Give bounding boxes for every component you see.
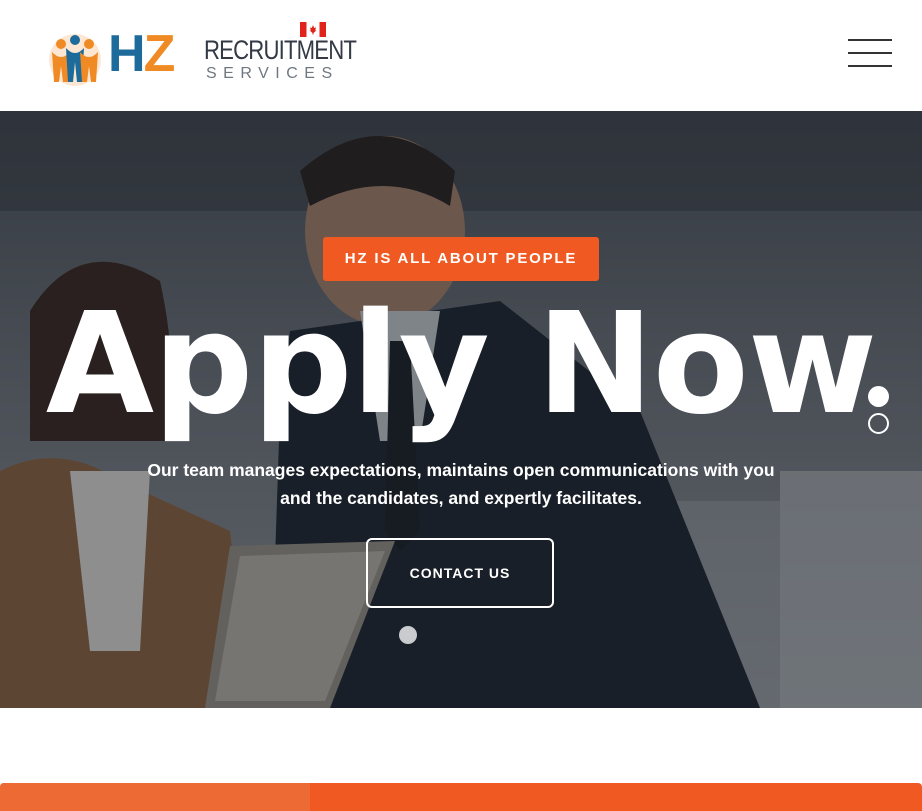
- logo-services-text: SERVICES: [206, 65, 339, 82]
- hero-headline: Apply Now: [45, 283, 877, 446]
- hero-subtext: Our team manages expectations, maintains…: [147, 460, 775, 508]
- people-logo-icon: [49, 34, 101, 86]
- logo-z: Z: [143, 25, 176, 83]
- hero-tag-badge: HZ IS ALL ABOUT PEOPLE: [323, 237, 599, 281]
- hamburger-menu-icon[interactable]: [848, 39, 892, 67]
- menu-line: [848, 39, 892, 41]
- menu-line: [848, 65, 892, 67]
- slide-dot-1[interactable]: [868, 386, 889, 407]
- slide-dot-2[interactable]: [868, 413, 889, 434]
- next-section-bar: [0, 783, 922, 811]
- contact-us-button[interactable]: CONTACT US: [366, 538, 554, 608]
- scroll-indicator-icon[interactable]: [399, 626, 417, 644]
- hero-banner: HZ IS ALL ABOUT PEOPLE Apply Now Our tea…: [0, 111, 922, 708]
- logo-hz-text: HZ: [108, 25, 176, 83]
- slider-pagination: [868, 386, 889, 436]
- logo-recruitment-text: RECRUITMENT: [204, 35, 357, 65]
- next-section-bar-left: [0, 783, 310, 811]
- logo[interactable]: HZ RECRUITMENT SERVICES: [46, 22, 357, 88]
- logo-h: H: [108, 25, 146, 83]
- site-header: HZ RECRUITMENT SERVICES: [0, 0, 922, 111]
- menu-line: [848, 52, 892, 54]
